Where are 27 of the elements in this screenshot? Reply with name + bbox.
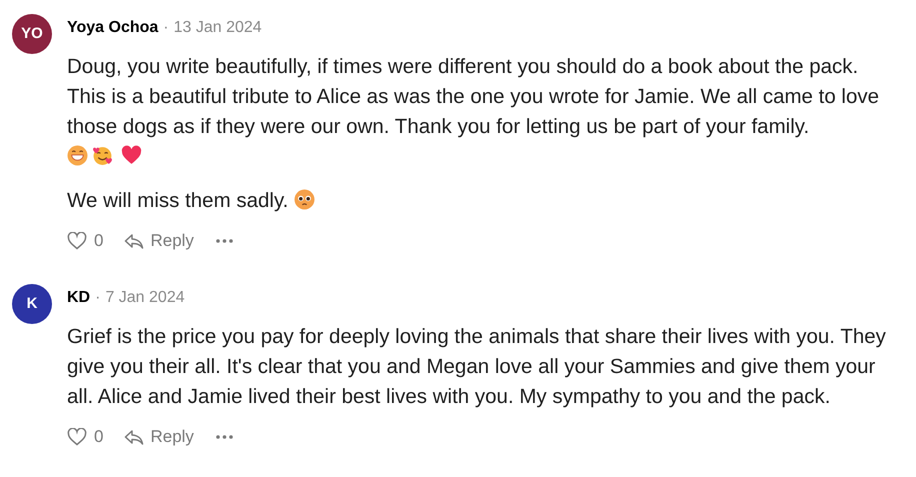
pleading-face-icon — [294, 189, 316, 210]
like-button[interactable]: 0 — [67, 228, 104, 254]
smiling-face-with-hearts-icon — [92, 145, 113, 166]
more-icon — [216, 435, 233, 439]
avatar: K — [12, 284, 52, 324]
comment-text: Doug, you write beautifully, if times were different you should do a book about the pack. This is a beautiful tribute to Alice as was the one you wrote for Jamie. We all came to love those dogs as if they were our own. Thank you for letting us be part of your family. — [67, 54, 880, 140]
author-name[interactable]: KD — [67, 284, 90, 312]
avatar: YO — [12, 14, 52, 54]
reply-button[interactable]: Reply — [124, 424, 194, 450]
more-icon — [216, 239, 233, 243]
heart-icon — [121, 145, 142, 166]
reply-button[interactable]: Reply — [124, 228, 194, 254]
author-name[interactable]: Yoya Ochoa — [67, 14, 158, 42]
more-options-button[interactable] — [216, 239, 233, 243]
comment-date: 13 Jan 2024 — [174, 18, 262, 38]
heart-outline-icon — [67, 232, 87, 250]
more-options-button[interactable] — [216, 435, 233, 439]
comment-text: Grief is the price you pay for deeply loving the animals that share their lives with you. They give you their all. It's clear that you and Megan love all your Sammies and give them your all. Alice and Jamie lived their best lives with you. My sympathy to you and the pack. — [67, 324, 887, 410]
reply-arrow-icon — [124, 428, 144, 446]
heart-outline-icon — [67, 428, 87, 446]
reply-arrow-icon — [124, 232, 144, 250]
separator-dot: · — [163, 18, 169, 38]
comment-text: We will miss them sadly. — [67, 188, 288, 214]
comment-date: 7 Jan 2024 — [105, 288, 185, 308]
grinning-face-icon — [67, 145, 88, 166]
like-button[interactable]: 0 — [67, 424, 104, 450]
separator-dot: · — [95, 288, 100, 308]
